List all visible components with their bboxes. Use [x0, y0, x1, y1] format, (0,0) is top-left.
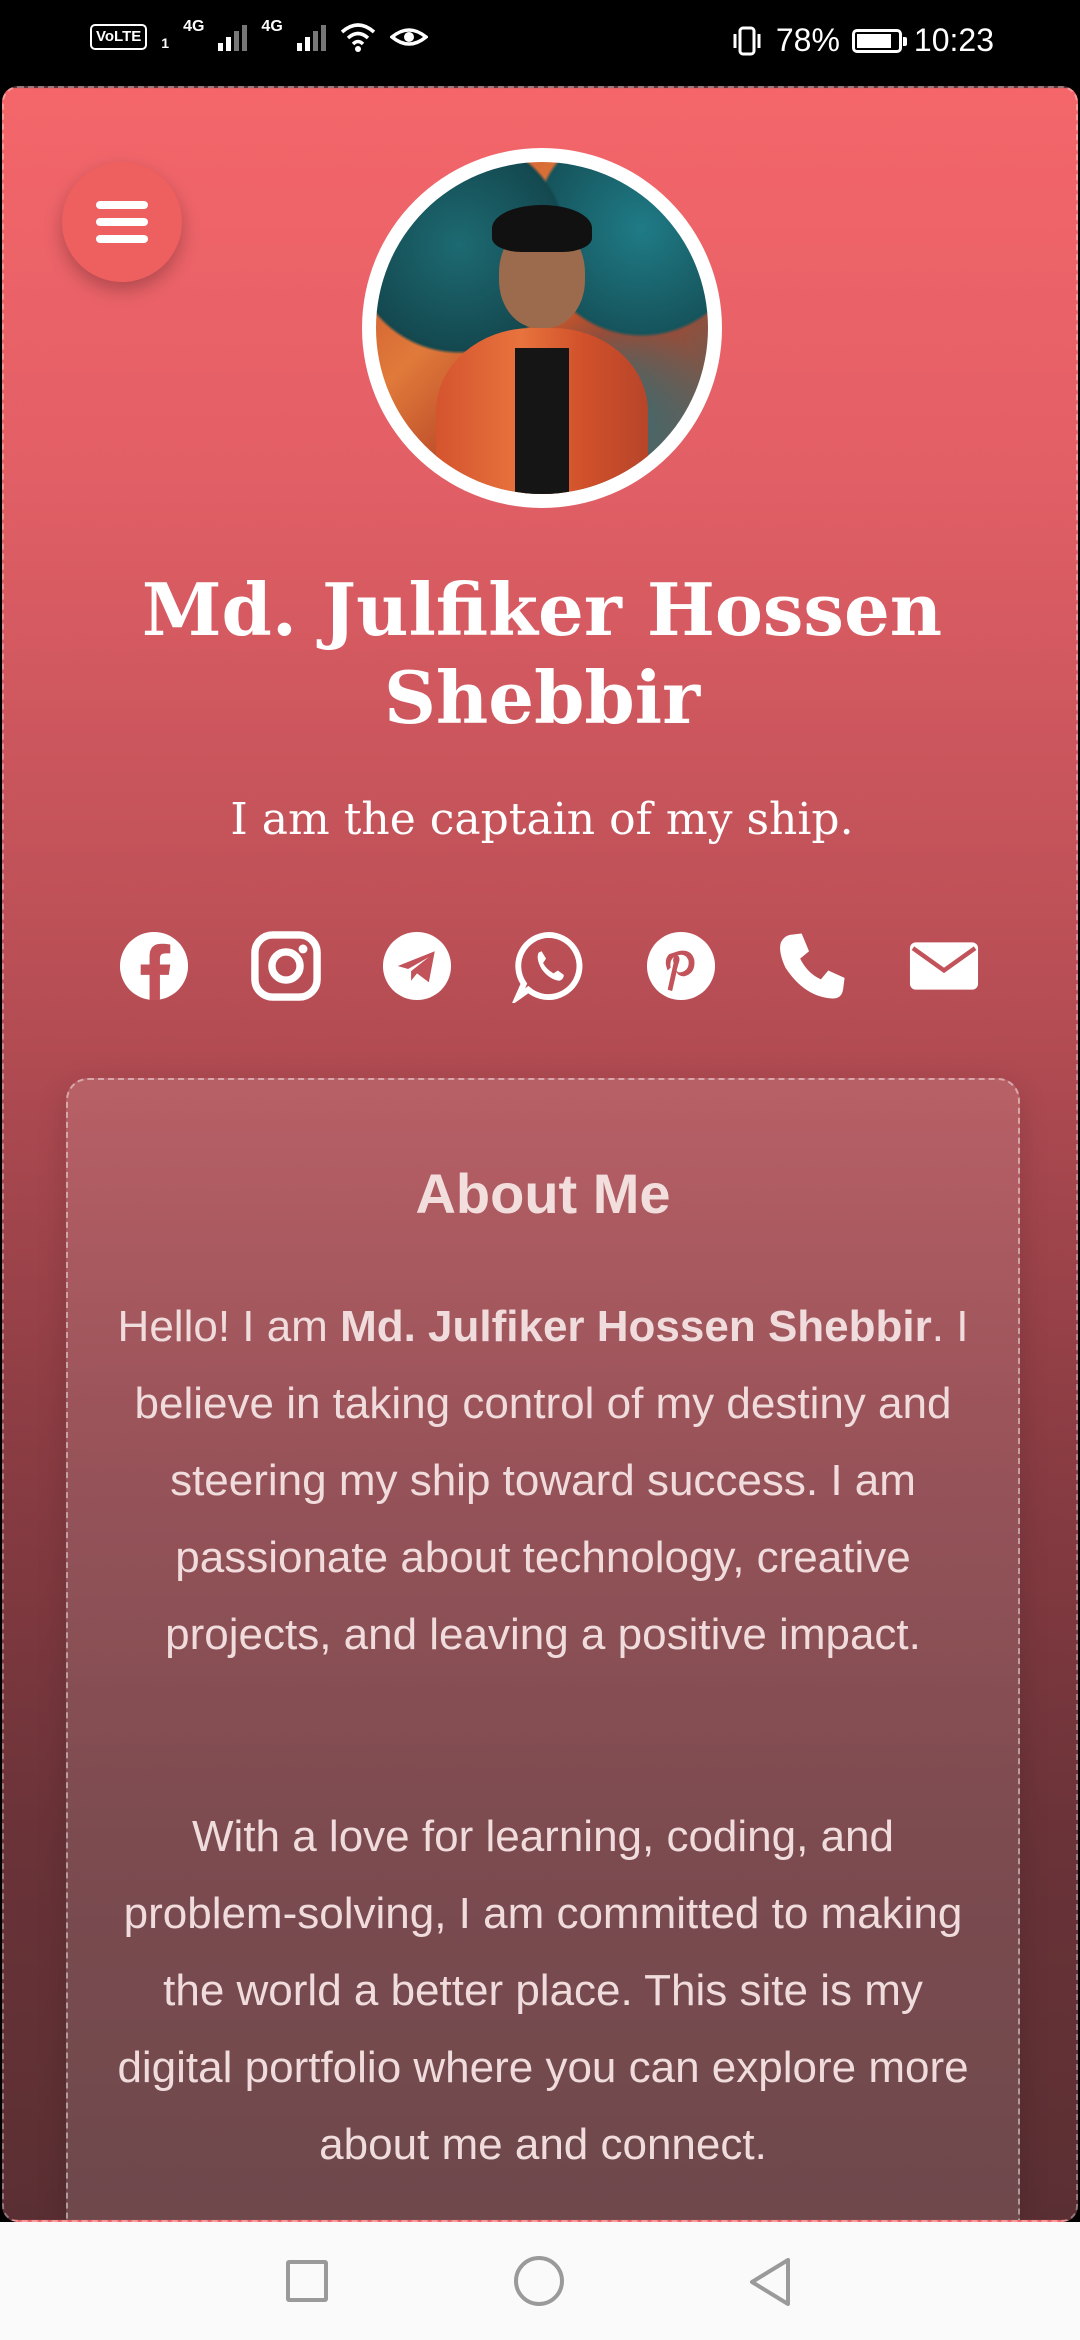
- about-paragraph-2: With a love for learning, coding, and pr…: [117, 1812, 969, 2169]
- pinterest-icon[interactable]: [641, 926, 721, 1006]
- email-icon[interactable]: [904, 926, 984, 1006]
- eye-icon: [389, 28, 428, 46]
- avatar: [362, 148, 722, 508]
- clock: 10:23: [913, 22, 994, 58]
- about-card: About Me Hello! I am Md. Julfiker Hossen…: [66, 1078, 1020, 2220]
- network-type-1: 4G: [183, 18, 205, 35]
- sim-slot-label: 1: [161, 35, 170, 51]
- profile-name: Md. Julfiker Hossen Shebbir: [141, 567, 943, 740]
- about-paragraph-1: Hello! I am Md. Julfiker Hossen Shebbir.…: [117, 1302, 969, 1659]
- recent-apps-button[interactable]: [286, 2260, 328, 2302]
- volte-indicator: VoLTE: [90, 24, 148, 50]
- menu-button[interactable]: [62, 162, 182, 282]
- hamburger-icon: [96, 201, 148, 209]
- facebook-icon[interactable]: [114, 926, 194, 1006]
- social-links: [114, 926, 984, 1006]
- telegram-icon[interactable]: [377, 926, 457, 1006]
- home-button[interactable]: [514, 2256, 564, 2306]
- navigation-bar: [0, 2222, 1080, 2340]
- about-title: About Me: [415, 1162, 671, 1225]
- network-type-2: 4G: [261, 18, 283, 35]
- status-bar: VoLTE 1 4G 4G 78% 10:23: [0, 0, 1080, 84]
- wifi-icon: [340, 23, 375, 52]
- status-left: VoLTE 1 4G 4G: [90, 18, 428, 52]
- profile-tagline: I am the captain of my ship.: [230, 794, 854, 845]
- profile-page[interactable]: Md. Julfiker Hossen Shebbir I am the cap…: [2, 86, 1078, 2222]
- signal-icon: [218, 23, 248, 51]
- status-right: 78% 10:23: [730, 22, 994, 59]
- vibrate-icon: [733, 26, 761, 55]
- instagram-icon[interactable]: [246, 926, 326, 1006]
- profile-photo: [376, 162, 708, 494]
- back-button[interactable]: [746, 2256, 794, 2308]
- battery-icon: [851, 28, 907, 53]
- whatsapp-icon[interactable]: [509, 926, 589, 1006]
- signal-icon: [296, 23, 326, 51]
- phone-icon[interactable]: [772, 926, 852, 1006]
- battery-percent: 78%: [775, 22, 840, 58]
- about-name-bold: Md. Julfiker Hossen Shebbir: [340, 1302, 932, 1351]
